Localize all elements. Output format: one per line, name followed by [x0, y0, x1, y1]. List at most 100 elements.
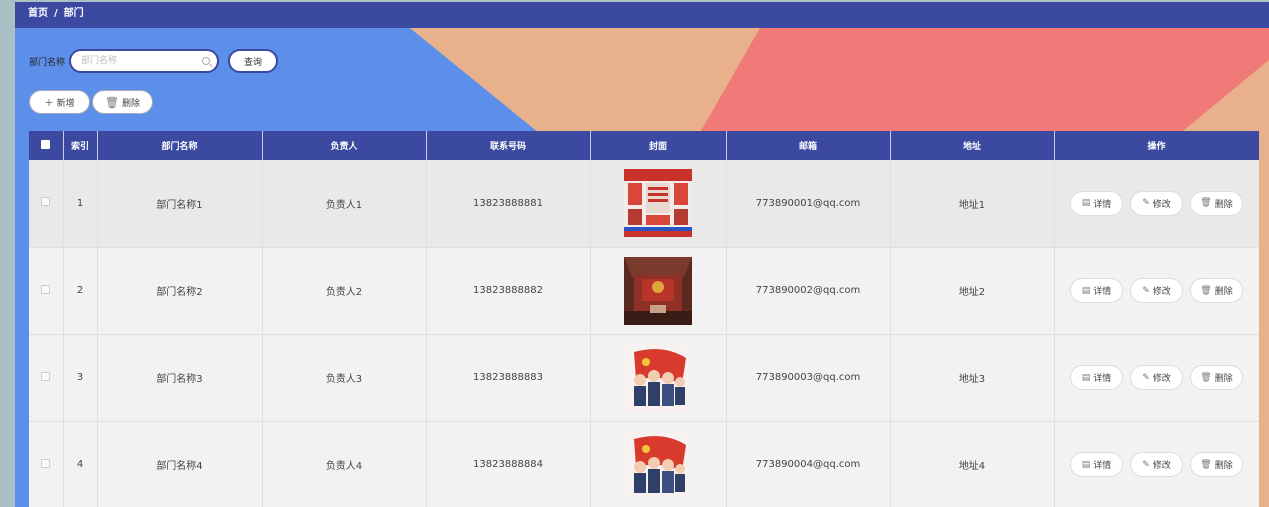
- cell-name: 部门名称1: [97, 160, 263, 248]
- table-header: 索引 部门名称 负责人 联系号码 封面 邮箱 地址 操作: [29, 131, 1259, 160]
- row-checkbox[interactable]: [29, 247, 64, 335]
- header-cover: 封面: [590, 131, 727, 160]
- department-table: 索引 部门名称 负责人 联系号码 封面 邮箱 地址 操作 1 部门名称1 负责人…: [29, 131, 1259, 507]
- edit-button[interactable]: ✎ 修改: [1130, 278, 1183, 303]
- search-field: [69, 49, 220, 73]
- header-phone: 联系号码: [426, 131, 591, 160]
- cell-phone: 13823888883: [426, 334, 591, 422]
- pencil-icon: ✎: [1142, 459, 1150, 470]
- row-checkbox[interactable]: [29, 160, 64, 248]
- delete-button[interactable]: 🗑 删除: [1190, 190, 1243, 216]
- cell-cover: [590, 247, 727, 335]
- table-row: 4 部门名称4 负责人4 13823888884 773890004@qq.co…: [29, 421, 1259, 507]
- detail-label: 详情: [1093, 461, 1112, 471]
- select-all-checkbox[interactable]: [29, 131, 64, 160]
- delete-label: 删除: [1214, 374, 1233, 384]
- detail-button[interactable]: ▤ 详情: [1070, 278, 1123, 303]
- pencil-icon: ✎: [1142, 372, 1150, 383]
- edit-label: 修改: [1152, 199, 1171, 210]
- cell-cover: [590, 160, 727, 248]
- table-row: 3 部门名称3 负责人3 13823888883 773890003@qq.co…: [29, 334, 1259, 422]
- edit-button[interactable]: ✎ 修改: [1130, 365, 1183, 390]
- delete-label: 删除: [1214, 287, 1233, 297]
- pencil-icon: ✎: [1142, 285, 1150, 296]
- cell-address: 地址1: [890, 160, 1055, 248]
- detail-button[interactable]: ▤ 详情: [1070, 452, 1123, 477]
- cell-leader: 负责人4: [262, 421, 427, 507]
- cell-email: 773890004@qq.com: [726, 421, 891, 507]
- breadcrumb: 首页 / 部门: [15, 2, 1269, 28]
- cell-phone: 13823888881: [426, 160, 591, 248]
- cell-cover: [590, 421, 727, 507]
- document-icon: ▤: [1081, 372, 1091, 383]
- cell-phone: 13823888882: [426, 247, 591, 335]
- cell-phone: 13823888884: [426, 421, 591, 507]
- header-operations: 操作: [1054, 131, 1259, 160]
- detail-button[interactable]: ▤ 详情: [1070, 190, 1123, 216]
- edit-label: 修改: [1152, 287, 1171, 297]
- edit-label: 修改: [1152, 461, 1171, 471]
- batch-delete-button[interactable]: 🗑 删除: [92, 90, 153, 114]
- document-icon: ▤: [1081, 198, 1091, 209]
- breadcrumb-home[interactable]: 首页: [28, 8, 48, 19]
- breadcrumb-current: 部门: [63, 8, 84, 19]
- cell-name: 部门名称2: [97, 247, 263, 335]
- edit-label: 修改: [1152, 374, 1171, 384]
- header-address: 地址: [890, 131, 1055, 160]
- cover-image: [624, 169, 692, 238]
- cell-operations: ▤ 详情 ✎ 修改 🗑 删除: [1054, 160, 1259, 248]
- document-icon: ▤: [1081, 285, 1091, 296]
- cell-name: 部门名称3: [97, 334, 263, 422]
- trash-icon: 🗑: [1200, 285, 1212, 296]
- breadcrumb-separator: /: [54, 8, 58, 19]
- add-button-label: 新增: [56, 98, 75, 109]
- cell-leader: 负责人1: [262, 160, 427, 248]
- batch-delete-label: 删除: [121, 98, 140, 109]
- delete-button[interactable]: 🗑 删除: [1190, 452, 1243, 477]
- query-button[interactable]: 查询: [228, 49, 279, 73]
- detail-label: 详情: [1093, 199, 1112, 210]
- cell-name: 部门名称4: [97, 421, 263, 507]
- row-checkbox[interactable]: [29, 421, 64, 507]
- cell-address: 地址4: [890, 421, 1055, 507]
- detail-label: 详情: [1093, 287, 1112, 297]
- cell-email: 773890001@qq.com: [726, 160, 891, 248]
- header-email: 邮箱: [726, 131, 891, 160]
- action-bar: + 新增 🗑 删除: [29, 90, 155, 114]
- header-leader: 负责人: [262, 131, 427, 160]
- cell-operations: ▤ 详情 ✎ 修改 🗑 删除: [1054, 421, 1259, 507]
- edit-button[interactable]: ✎ 修改: [1130, 190, 1183, 216]
- cover-image: [624, 430, 692, 499]
- detail-button[interactable]: ▤ 详情: [1070, 365, 1123, 390]
- trash-icon: 🗑: [1200, 198, 1212, 209]
- delete-label: 删除: [1214, 461, 1233, 471]
- header-name: 部门名称: [97, 131, 263, 160]
- cell-leader: 负责人2: [262, 247, 427, 335]
- cell-leader: 负责人3: [262, 334, 427, 422]
- search-icon: [202, 57, 211, 65]
- delete-label: 删除: [1214, 199, 1233, 210]
- edit-button[interactable]: ✎ 修改: [1130, 452, 1183, 477]
- cell-index: 1: [63, 160, 98, 248]
- search-label: 部门名称: [29, 57, 66, 68]
- cell-index: 4: [63, 421, 98, 507]
- trash-icon: 🗑: [105, 95, 119, 109]
- table-row: 2 部门名称2 负责人2 13823888882 773890002@qq.co…: [29, 247, 1259, 335]
- search-input[interactable]: [71, 51, 218, 71]
- plus-icon: +: [44, 95, 54, 109]
- pencil-icon: ✎: [1142, 198, 1150, 209]
- header-index: 索引: [63, 131, 98, 160]
- delete-button[interactable]: 🗑 删除: [1190, 278, 1243, 303]
- cell-email: 773890002@qq.com: [726, 247, 891, 335]
- cell-index: 3: [63, 334, 98, 422]
- cell-address: 地址2: [890, 247, 1055, 335]
- cell-address: 地址3: [890, 334, 1055, 422]
- add-button[interactable]: + 新增: [29, 90, 90, 114]
- cell-cover: [590, 334, 727, 422]
- trash-icon: 🗑: [1200, 372, 1212, 383]
- table-row: 1 部门名称1 负责人1 13823888881 773890001@qq.co…: [29, 160, 1259, 248]
- row-checkbox[interactable]: [29, 334, 64, 422]
- trash-icon: 🗑: [1200, 459, 1212, 470]
- delete-button[interactable]: 🗑 删除: [1190, 365, 1243, 390]
- cell-operations: ▤ 详情 ✎ 修改 🗑 删除: [1054, 334, 1259, 422]
